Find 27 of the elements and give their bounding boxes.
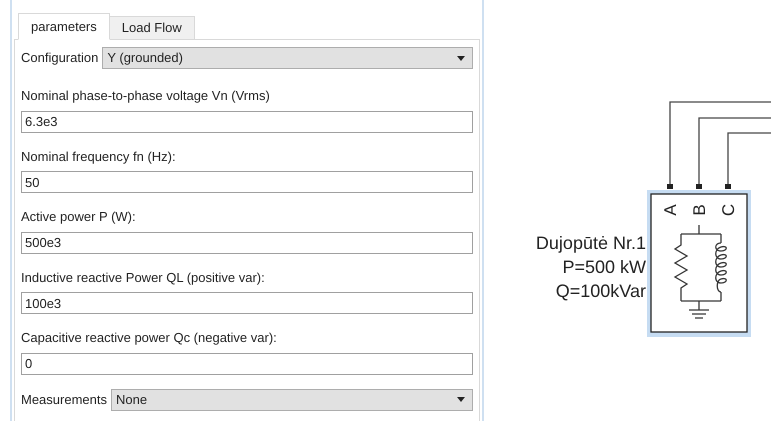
field-label: Configuration: [21, 49, 98, 68]
field-label: Inductive reactive Power QL (positive var):: [21, 268, 266, 287]
port-icon: [696, 184, 702, 189]
field-label: Capacitive reactive power Qc (negative var):: [21, 329, 278, 347]
block-label: Dujopūtė Nr.1: [536, 233, 646, 253]
input-field[interactable]: 500e3: [21, 232, 473, 254]
input-field[interactable]: 100e3: [21, 292, 473, 314]
port-label: C: [719, 204, 738, 216]
port-label: A: [661, 204, 680, 216]
field-label: Nominal phase-to-phase voltage Vn (Vrms): [21, 87, 271, 105]
caret-icon: [457, 56, 465, 60]
port-label: B: [690, 204, 709, 216]
input-field[interactable]: 50: [21, 171, 473, 193]
tab[interactable]: Load Flow: [108, 16, 195, 40]
caret-icon: [457, 397, 465, 402]
field-label: Nominal frequency fn (Hz):: [21, 148, 177, 166]
input-field[interactable]: 6.3e3: [21, 110, 473, 132]
input-field[interactable]: 0: [21, 352, 473, 374]
port-icon: [725, 184, 731, 189]
field-label: Measurements: [21, 390, 107, 409]
port-icon: [667, 184, 673, 189]
tab[interactable]: parameters: [18, 13, 110, 40]
block-label: Q=100kVar: [556, 281, 646, 301]
block-label: P=500 kW: [562, 257, 646, 277]
dropdown[interactable]: None: [110, 388, 473, 410]
field-label: Active power P (W):: [21, 208, 137, 226]
dropdown[interactable]: Y (grounded): [102, 47, 473, 69]
